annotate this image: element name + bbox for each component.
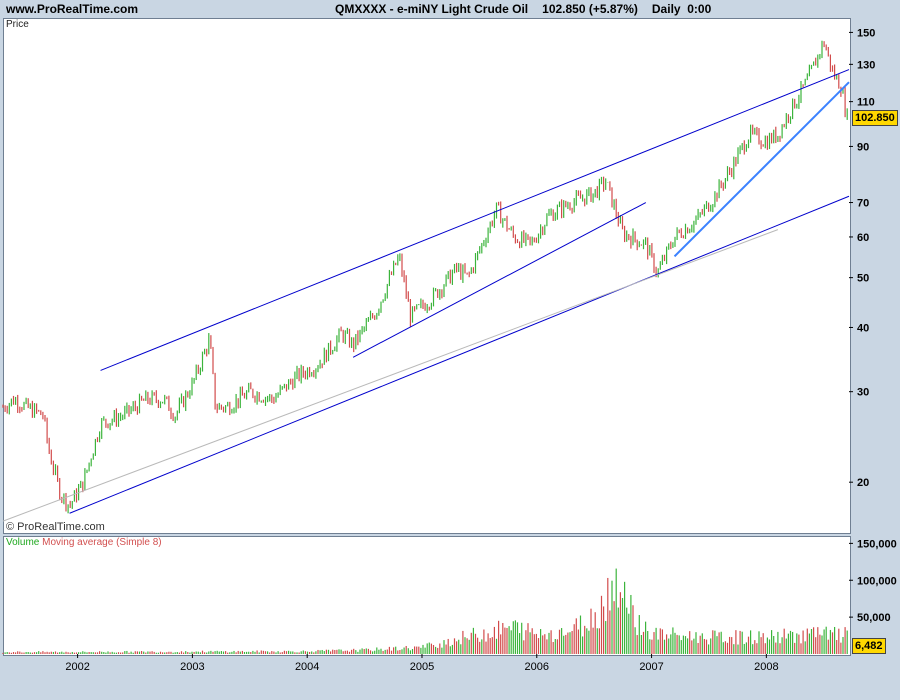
x-tick-label: 2002 (65, 661, 89, 673)
volume-panel-label: Volume Moving average (Simple 8) (6, 537, 162, 548)
regression-line (2, 229, 779, 522)
volume-tick-label: 50,000 (857, 612, 891, 624)
y-tick-label: 90 (857, 141, 869, 153)
y-tick-label: 40 (857, 322, 869, 334)
y-tick-label: 50 (857, 273, 869, 285)
y-tick-label: 70 (857, 198, 869, 210)
x-tick-label: 2006 (525, 661, 549, 673)
y-tick-label: 130 (857, 59, 875, 71)
x-tick-label: 2008 (754, 661, 778, 673)
x-tick-label: 2003 (180, 661, 204, 673)
trendline (673, 81, 850, 258)
y-tick-label: 110 (857, 97, 875, 109)
x-tick-label: 2004 (295, 661, 319, 673)
y-tick-label: 20 (857, 477, 869, 489)
volume-tick-label: 150,000 (857, 538, 897, 550)
trendline (100, 69, 850, 371)
last-volume-badge: 6,482 (852, 638, 886, 654)
price-panel-label: Price (6, 19, 29, 30)
y-tick-label: 60 (857, 232, 869, 244)
last-price-badge: 102.850 (852, 110, 898, 126)
volume-label: Volume (6, 537, 40, 548)
y-tick-label: 30 (857, 387, 869, 399)
moving-average-label: Moving average (Simple 8) (42, 537, 162, 548)
x-tick-label: 2007 (639, 661, 663, 673)
trendline (69, 195, 850, 514)
x-tick-label: 2005 (410, 661, 434, 673)
volume-tick-label: 100,000 (857, 575, 897, 587)
y-tick-label: 150 (857, 27, 875, 39)
chart-canvas[interactable]: 20 30 40 50 60 70 90 110 130 150 2002 2003 2004 2005 2… (0, 0, 900, 700)
copyright-text: © ProRealTime.com (6, 521, 105, 533)
